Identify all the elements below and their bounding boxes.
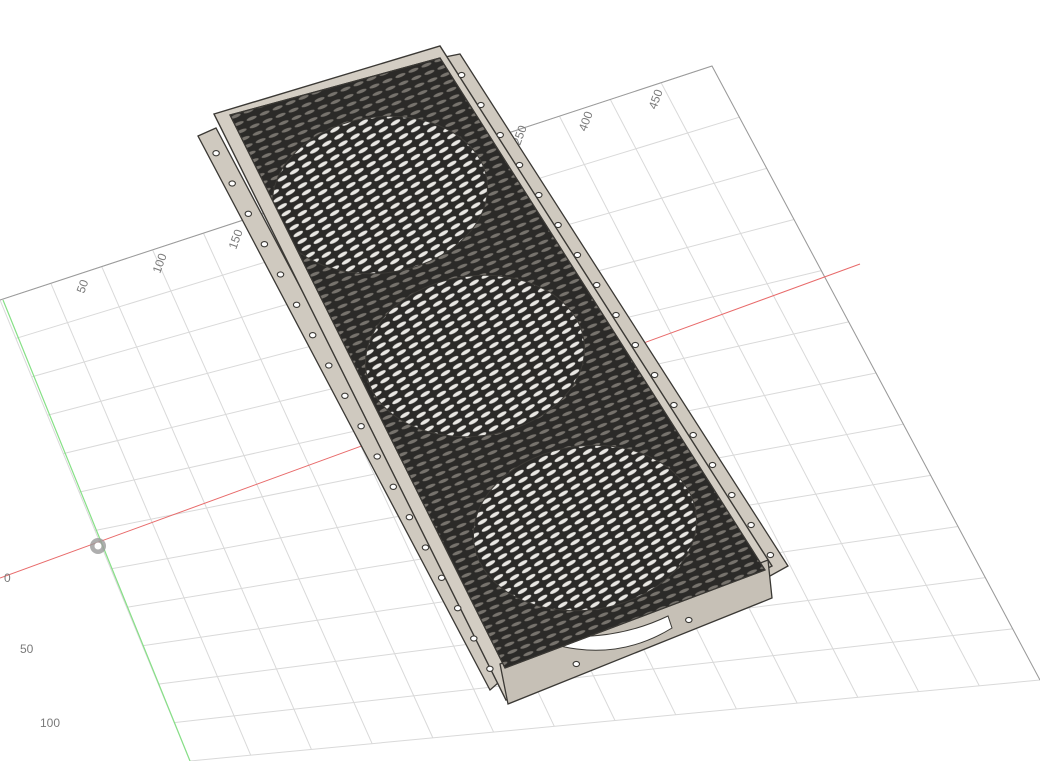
grid-label-left: 50 bbox=[20, 642, 34, 656]
mounting-hole bbox=[421, 544, 430, 551]
mounting-hole bbox=[212, 150, 220, 157]
mounting-hole bbox=[357, 423, 365, 430]
mounting-hole bbox=[457, 71, 466, 79]
mounting-hole bbox=[228, 180, 236, 187]
mounting-hole bbox=[325, 362, 333, 369]
mounting-hole bbox=[650, 371, 659, 379]
mounting-hole bbox=[535, 191, 543, 199]
mounting-hole bbox=[453, 605, 462, 612]
y-axis-line bbox=[2, 299, 191, 761]
origin-point-icon[interactable] bbox=[90, 538, 106, 554]
mounting-hole bbox=[477, 101, 485, 109]
mounting-hole bbox=[685, 616, 693, 624]
mounting-hole bbox=[292, 301, 301, 308]
grid-line bbox=[189, 679, 1040, 761]
mounting-hole bbox=[631, 341, 640, 349]
mounting-hole bbox=[612, 311, 620, 319]
grid-label-left: 0 bbox=[4, 571, 11, 585]
grid-label-top: 100 bbox=[150, 251, 170, 275]
grid-label-top: 150 bbox=[226, 227, 246, 251]
mounting-hole bbox=[486, 665, 494, 672]
mounting-hole bbox=[276, 271, 285, 278]
mounting-hole bbox=[308, 332, 317, 339]
mounting-hole bbox=[496, 131, 504, 139]
mounting-hole bbox=[260, 241, 269, 248]
grid-label-top: 450 bbox=[646, 87, 666, 111]
mounting-hole bbox=[373, 453, 381, 460]
mounting-hole bbox=[689, 431, 697, 439]
grid-label-top: 50 bbox=[74, 277, 92, 295]
mounting-hole bbox=[766, 551, 775, 559]
mounting-hole bbox=[244, 210, 253, 217]
mounting-hole bbox=[728, 491, 736, 499]
mounting-hole bbox=[670, 401, 678, 409]
mounting-hole bbox=[437, 574, 446, 581]
cad-viewport[interactable]: 50 100 150 250 400 450 0 50 100 bbox=[0, 0, 1040, 761]
model-body[interactable] bbox=[197, 45, 789, 705]
mounting-hole bbox=[470, 635, 478, 642]
grid-label-top: 400 bbox=[576, 109, 596, 133]
mounting-hole bbox=[554, 221, 562, 229]
mounting-hole bbox=[572, 660, 581, 668]
mounting-hole bbox=[515, 161, 524, 169]
mounting-hole bbox=[405, 514, 414, 521]
mounting-hole bbox=[389, 483, 398, 490]
grid-label-left: 100 bbox=[40, 716, 60, 730]
mounting-hole bbox=[747, 521, 755, 529]
mounting-hole bbox=[708, 461, 717, 469]
mounting-hole bbox=[341, 392, 349, 399]
mounting-hole bbox=[573, 251, 582, 259]
mounting-hole bbox=[592, 281, 601, 289]
